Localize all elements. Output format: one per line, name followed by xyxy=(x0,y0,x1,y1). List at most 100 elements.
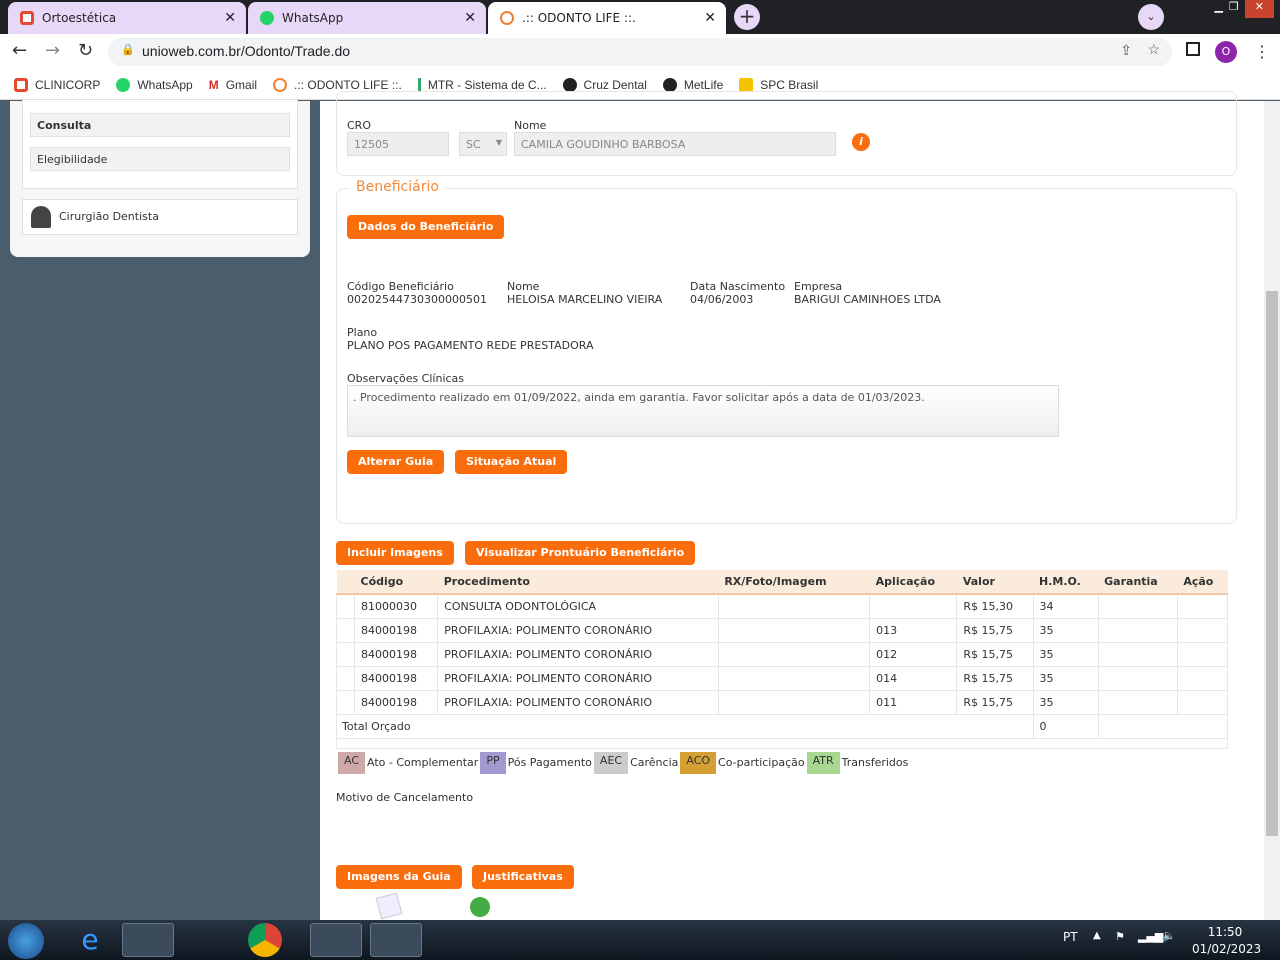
legend-badge: ACO xyxy=(680,752,717,774)
table-cell: PROFILAXIA: POLIMENTO CORONÁRIO xyxy=(437,617,719,643)
explorer-icon[interactable] xyxy=(122,923,174,957)
action-center-icon[interactable]: ⚑ xyxy=(1115,930,1125,943)
uf-select[interactable]: SC ▼ xyxy=(459,132,507,156)
taskbar: e PT ▲ ⚑ ▂▄▆ 🔈 11:50 01/02/2023 xyxy=(0,920,1280,960)
table-cell xyxy=(717,617,871,643)
profile-avatar[interactable]: O xyxy=(1215,41,1237,63)
bookmark-metlife[interactable]: MetLife xyxy=(662,77,724,92)
tab-label: .:: ODONTO LIFE ::. xyxy=(522,11,636,25)
table-cell: 34 xyxy=(1032,593,1099,619)
clinicorp-icon xyxy=(20,11,34,25)
chrome-icon[interactable] xyxy=(248,923,282,957)
close-window-icon[interactable]: ✕ xyxy=(1244,0,1274,18)
table-cell: R$ 15,75 xyxy=(956,689,1034,715)
bookmark-clinicorp[interactable]: CLINICORP xyxy=(14,77,101,92)
legend-label: Pós Pagamento xyxy=(507,756,592,769)
main-content: CRO 12505 SC ▼ Nome CAMILA GOUDINHO BARBO… xyxy=(320,91,1264,920)
scrollbar[interactable] xyxy=(1264,101,1280,920)
table-row[interactable]: 84000198 PROFILAXIA: POLIMENTO CORONÁRIO 0… xyxy=(335,665,1229,691)
tray-arrow-icon[interactable]: ▲ xyxy=(1093,930,1101,941)
bookmark-whatsapp[interactable]: WhatsApp xyxy=(116,77,193,92)
close-icon[interactable]: ✕ xyxy=(224,10,236,26)
star-icon[interactable]: ☆ xyxy=(1147,41,1160,58)
clock-date[interactable]: 01/02/2023 xyxy=(1192,942,1261,956)
bookmark-label: MetLife xyxy=(683,77,724,92)
scrollbar-thumb[interactable] xyxy=(1266,291,1278,836)
sidebar-icon[interactable] xyxy=(1186,42,1200,56)
legend-badge: AEC xyxy=(593,752,629,774)
guide-images-button[interactable]: Imagens da Guia xyxy=(336,865,462,889)
share-icon[interactable]: ⇪ xyxy=(1120,42,1132,59)
table-cell: PROFILAXIA: POLIMENTO CORONÁRIO xyxy=(437,641,719,667)
close-icon[interactable]: ✕ xyxy=(704,10,716,26)
alter-guide-button[interactable]: Alterar Guia xyxy=(347,450,445,474)
table-cell: R$ 15,75 xyxy=(956,641,1034,667)
address-bar[interactable]: 🔒 unioweb.com.br/Odonto/Trade.do ⇪ ☆ xyxy=(108,38,1172,66)
obs-label: Observações Clínicas xyxy=(347,372,465,385)
column-header: Código xyxy=(354,570,438,595)
bookmark-odonto-life[interactable]: .:: ODONTO LIFE ::. xyxy=(273,77,402,92)
table-cell: CONSULTA ODONTOLÓGICA xyxy=(437,593,719,619)
menu-icon[interactable]: ⋮ xyxy=(1254,42,1270,61)
close-icon[interactable]: ✕ xyxy=(464,10,476,26)
justifications-button[interactable]: Justificativas xyxy=(472,865,574,889)
info-icon[interactable]: i xyxy=(852,133,870,151)
bookmark-mtr[interactable]: MTR - Sistema de C... xyxy=(417,77,547,92)
maximize-icon[interactable]: ❐ xyxy=(1229,0,1239,18)
tab-ortoestetica[interactable]: Ortoestética ✕ xyxy=(8,2,246,34)
column-header: Procedimento xyxy=(437,570,719,595)
cro-input[interactable]: 12505 xyxy=(347,132,449,156)
forward-icon[interactable]: → xyxy=(45,40,60,61)
table-cell xyxy=(717,641,871,667)
sidebar-item-elegibilidade[interactable]: Elegibilidade xyxy=(30,147,290,171)
column-header: H.M.O. xyxy=(1033,570,1099,595)
back-icon[interactable]: ← xyxy=(12,40,27,61)
user-box[interactable]: Cirurgião Dentista xyxy=(22,199,298,235)
table-row[interactable]: 84000198 PROFILAXIA: POLIMENTO CORONÁRIO 0… xyxy=(335,641,1229,667)
network-icon[interactable]: ▂▄▆ xyxy=(1138,930,1163,943)
table-row[interactable]: 84000198 PROFILAXIA: POLIMENTO CORONÁRIO 0… xyxy=(335,617,1229,643)
media-player-icon[interactable] xyxy=(184,923,236,957)
bookmark-label: CLINICORP xyxy=(35,77,101,92)
table-row[interactable]: 84000198 PROFILAXIA: POLIMENTO CORONÁRIO 0… xyxy=(335,689,1229,715)
document-icon[interactable] xyxy=(375,892,403,920)
sidebar-item-consulta[interactable]: Consulta xyxy=(30,113,290,137)
table-cell: 013 xyxy=(869,617,958,643)
view-record-button[interactable]: Visualizar Prontuário Beneficiário xyxy=(465,541,696,565)
table-cell xyxy=(1097,689,1178,715)
beneficiary-data-button[interactable]: Dados do Beneficiário xyxy=(347,215,505,239)
window-controls[interactable]: ▁ ❐ ✕ xyxy=(1174,0,1274,18)
check-document-icon[interactable] xyxy=(470,897,490,917)
clinical-notes-textarea[interactable]: . Procedimento realizado em 01/09/2022, … xyxy=(347,385,1059,437)
table-cell xyxy=(717,665,871,691)
bookmark-gmail[interactable]: M Gmail xyxy=(209,78,257,92)
dentist-name-input[interactable]: CAMILA GOUDINHO BARBOSA xyxy=(514,132,836,156)
reload-icon[interactable]: ↻ xyxy=(78,40,93,61)
language-indicator[interactable]: PT xyxy=(1063,930,1078,944)
bookmark-cruz-dental[interactable]: Cruz Dental xyxy=(562,77,647,92)
include-images-button[interactable]: Incluir Imagens xyxy=(336,541,454,565)
table-cell: 35 xyxy=(1032,689,1099,715)
whatsapp-icon xyxy=(116,77,131,92)
current-status-button[interactable]: Situação Atual xyxy=(455,450,568,474)
chrome-profile-icon[interactable] xyxy=(310,923,362,957)
cancel-reason-label: Motivo de Cancelamento xyxy=(336,791,474,804)
bookmark-spc[interactable]: SPC Brasil xyxy=(739,77,819,92)
start-button[interactable] xyxy=(8,923,44,959)
clock-time[interactable]: 11:50 xyxy=(1196,925,1254,939)
excel-icon[interactable] xyxy=(370,923,422,957)
ie-icon[interactable]: e xyxy=(64,923,116,957)
table-cell: 35 xyxy=(1032,665,1099,691)
tab-odonto-life[interactable]: .:: ODONTO LIFE ::. ✕ xyxy=(488,2,726,34)
table-cell: 011 xyxy=(869,689,958,715)
new-tab-button[interactable]: + xyxy=(734,4,760,30)
bookmark-label: SPC Brasil xyxy=(760,77,819,92)
table-cell xyxy=(1097,641,1178,667)
beneficiary-legend: Beneficiário xyxy=(350,179,445,195)
volume-icon[interactable]: 🔈 xyxy=(1162,929,1176,942)
table-row[interactable]: 81000030 CONSULTA ODONTOLÓGICA R$ 15,30 34 xyxy=(335,593,1229,619)
tab-whatsapp[interactable]: WhatsApp ✕ xyxy=(248,2,486,34)
minimize-icon[interactable]: ▁ xyxy=(1214,0,1222,18)
table-cell: 84000198 xyxy=(354,665,439,691)
tab-search-button[interactable]: ⌄ xyxy=(1138,4,1164,30)
